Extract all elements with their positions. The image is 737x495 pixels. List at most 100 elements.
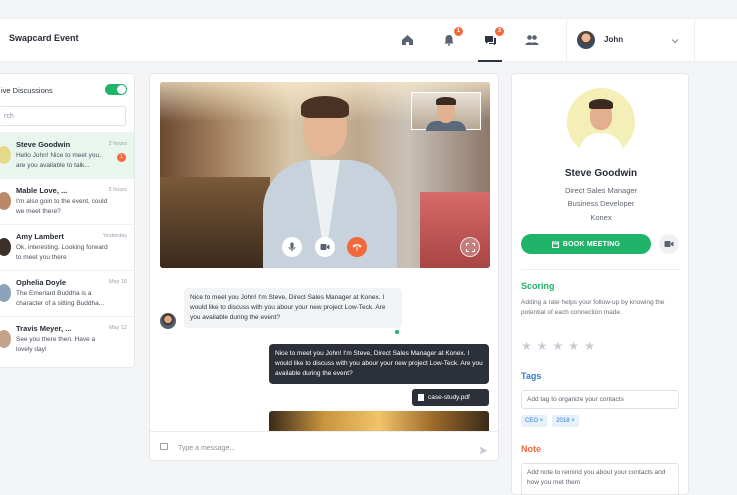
home-icon[interactable] [397, 30, 417, 50]
avatar [0, 238, 11, 256]
conversation-preview: I'm also goin to the event, could we mee… [16, 198, 108, 215]
microphone-button[interactable] [282, 237, 302, 257]
conversation-item[interactable]: Mable Love, ... 5 hours I'm also goin to… [0, 178, 134, 224]
profile-avatar-hair [589, 99, 613, 109]
scoring-description: Adding a rate helps your follow-up by kn… [521, 299, 665, 316]
chat-icon[interactable]: 3 [480, 27, 504, 50]
book-meeting-label: BOOK MEETING [562, 240, 621, 248]
phone-hangup-icon [352, 244, 362, 251]
conversation-item[interactable]: Travis Meyer, ... May 12 See you there t… [0, 316, 134, 362]
active-tab-indicator [478, 60, 502, 62]
star-icon[interactable]: ★ [584, 340, 595, 352]
star-icon[interactable]: ★ [553, 340, 564, 352]
camera-button[interactable] [315, 237, 335, 257]
outgoing-message: Nice to meet you John! I'm Steve, Direct… [269, 344, 489, 384]
user-avatar[interactable] [577, 31, 595, 49]
chat-panel: Nice to meet you John! I'm Steve, Direct… [149, 73, 499, 461]
unread-badge: 1 [117, 153, 126, 162]
conversation-item[interactable]: Ophelia Doyle May 18 The Emerlard Buddha… [0, 270, 134, 316]
header-divider [566, 19, 567, 63]
video-call-view [160, 82, 490, 268]
app-window: Swapcard Event 1 3 John ive Discussions … [0, 0, 737, 495]
video-background-booth [420, 192, 490, 268]
avatar [0, 192, 11, 210]
conversation-item[interactable]: Steve Goodwin 2 hours Hello John! Nice t… [0, 132, 134, 178]
image-attachment-preview[interactable] [269, 411, 489, 431]
video-camera-icon [664, 241, 674, 247]
conversation-time: May 12 [108, 325, 127, 331]
people-icon[interactable] [522, 30, 542, 50]
conversation-name: Mable Love, ... [16, 186, 68, 195]
video-call-button[interactable] [659, 234, 679, 254]
send-icon[interactable] [479, 442, 488, 455]
conversation-name: Steve Goodwin [16, 140, 71, 149]
conversation-name: Amy Lambert [16, 232, 64, 241]
conversation-preview: Hello John! Nice to meet you, are you av… [16, 152, 101, 169]
discussion-search-input[interactable]: rch [0, 106, 126, 126]
header-divider-right [694, 19, 695, 63]
top-navigation-bar: Swapcard Event 1 3 John [0, 18, 737, 63]
tags-title: Tags [521, 371, 542, 381]
hang-up-button[interactable] [347, 237, 367, 257]
profile-company: Konex [590, 213, 612, 222]
message-input[interactable] [178, 442, 468, 454]
profile-name: Steve Goodwin [564, 168, 638, 179]
conversation-name: Ophelia Doyle [16, 278, 67, 287]
profile-avatar-body [579, 133, 623, 156]
conversation-time: 5 hours [108, 187, 127, 193]
tag-chip[interactable]: CEO × [521, 415, 548, 427]
conversation-time: Yesterday [102, 233, 127, 239]
calendar-icon [551, 241, 559, 248]
attachment-icon[interactable] [160, 443, 168, 450]
notifications-bell-icon[interactable]: 1 [439, 27, 463, 50]
fullscreen-icon [465, 242, 475, 252]
video-background-counter [160, 177, 270, 268]
star-icon[interactable]: ★ [568, 340, 579, 352]
star-icon[interactable]: ★ [537, 340, 548, 352]
avatar [0, 284, 11, 302]
document-icon [418, 394, 424, 401]
scoring-title: Scoring [521, 281, 555, 291]
live-discussions-toggle[interactable] [105, 84, 127, 95]
conversation-preview: See you there then. Have a lovely day! [16, 336, 96, 353]
conversation-preview: The Emerlard Buddha is a character of a … [16, 290, 105, 307]
file-attachment[interactable]: case-study.pdf [412, 389, 489, 406]
conversation-time: 2 hours [108, 141, 127, 147]
microphone-icon [288, 242, 296, 252]
profile-job-title: Direct Sales Manager [564, 186, 638, 195]
conversation-item[interactable]: Amy Lambert Yesterday Ok, interesting. L… [0, 224, 134, 270]
note-textarea[interactable]: Add note to remind you about your contac… [521, 463, 679, 494]
conversation-name: Travis Meyer, ... [16, 324, 72, 333]
video-camera-icon [320, 244, 330, 250]
self-hair [436, 97, 456, 105]
section-divider [521, 269, 681, 270]
tag-chip[interactable]: 2018 × [552, 415, 579, 427]
participant-hair [301, 96, 349, 118]
message-composer [150, 431, 498, 460]
chat-badge: 3 [495, 27, 504, 36]
chevron-down-icon[interactable] [670, 33, 680, 44]
discussions-panel: ive Discussions rch Steve Goodwin 2 hour… [0, 73, 135, 368]
note-title: Note [521, 444, 541, 454]
tag-list: CEO × 2018 × [521, 415, 579, 427]
event-brand-title[interactable]: Swapcard Event [9, 33, 79, 43]
star-icon[interactable]: ★ [521, 340, 532, 352]
tag-input[interactable]: Add tag to organize your contacts [521, 390, 679, 409]
user-name[interactable]: John [604, 35, 623, 44]
incoming-message: Nice to meet you John! I'm Steve, Direct… [184, 288, 402, 328]
profile-role: Business Developer [567, 199, 635, 208]
book-meeting-button[interactable]: BOOK MEETING [521, 234, 651, 254]
conversation-preview: Ok, interesting. Looking forward to meet… [16, 244, 108, 261]
read-indicator [395, 330, 399, 334]
discussions-title: ive Discussions [1, 86, 53, 95]
conversation-time: May 18 [108, 279, 127, 285]
avatar [0, 330, 11, 348]
contact-profile-panel: Steve Goodwin Direct Sales Manager Busin… [511, 73, 689, 495]
avatar [0, 146, 11, 164]
rating-stars[interactable]: ★ ★ ★ ★ ★ [521, 340, 595, 352]
sender-avatar [160, 313, 176, 329]
self-view-video[interactable] [411, 92, 481, 131]
fullscreen-button[interactable] [460, 237, 480, 257]
profile-avatar [567, 88, 635, 156]
notifications-badge: 1 [454, 27, 463, 36]
